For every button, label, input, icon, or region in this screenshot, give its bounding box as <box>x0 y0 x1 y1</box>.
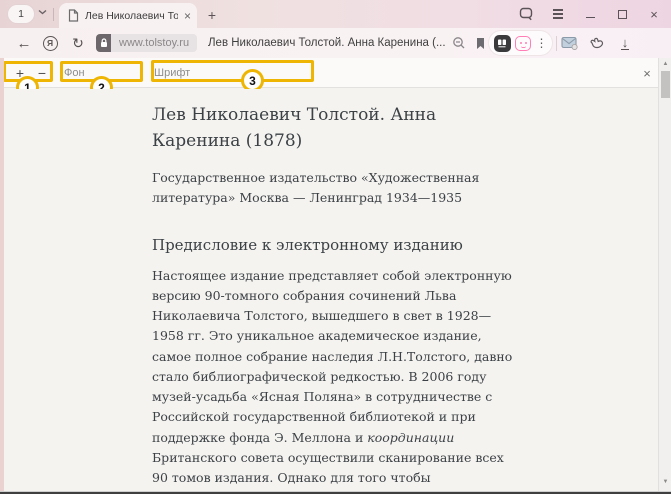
yandex-button[interactable]: Я <box>41 28 59 58</box>
annotation-box-3 <box>151 60 314 82</box>
bookmark-icon <box>475 37 486 50</box>
page-icon <box>68 9 79 22</box>
reader-content: Лев Николаевич Толстой. Анна Каренина (1… <box>0 89 658 491</box>
reload-button[interactable]: ↻ <box>68 28 88 58</box>
bookmark-button[interactable] <box>471 28 489 58</box>
article-title: Лев Николаевич Толстой. Анна Каренина (1… <box>152 102 520 155</box>
extensions-pill: ⋮ <box>489 31 552 55</box>
maximize-icon <box>618 10 627 19</box>
tab-bar: 1 Лев Николаевич Толстой. Анна Каренина … <box>0 0 671 28</box>
address-bar: ← Я ↻ www.tolstoy.ru Лев Николаевич Толс… <box>0 28 671 58</box>
magnifier-minus-icon <box>452 36 466 50</box>
more-menu-button[interactable]: ⋮ <box>536 36 548 50</box>
downloads-button[interactable]: ↓ <box>614 28 636 58</box>
scroll-down-button[interactable]: ▼ <box>659 476 671 488</box>
paragraph-text: Настоящее издание представляет собой эле… <box>152 268 512 445</box>
scroll-up-button[interactable]: ▲ <box>659 58 671 70</box>
maximize-button[interactable] <box>614 6 630 22</box>
new-tab-button[interactable]: + <box>203 6 221 24</box>
paragraph-text: Британского совета осуществили сканирова… <box>152 450 512 491</box>
tab-counter-label: 1 <box>18 8 24 20</box>
window-controls: × <box>518 0 671 28</box>
mail-button[interactable] <box>558 28 580 58</box>
reader-mode-icon <box>497 38 507 48</box>
preface-heading: Предисловие к электронному изданию <box>152 236 520 254</box>
chevron-down-icon[interactable] <box>38 9 47 15</box>
hamburger-icon <box>553 9 563 18</box>
alice-button[interactable] <box>515 36 531 51</box>
hand-icon <box>589 36 605 50</box>
browser-window: 1 Лев Николаевич Толстой. Анна Каренина … <box>0 0 671 494</box>
italic-text: координации <box>367 430 454 445</box>
yandex-icon: Я <box>43 36 58 51</box>
window-close-button[interactable]: × <box>646 6 662 22</box>
minimize-icon <box>586 17 595 18</box>
download-icon: ↓ <box>621 36 630 51</box>
minimize-button[interactable] <box>582 6 598 22</box>
collections-button[interactable] <box>586 28 608 58</box>
article-imprint: Государственное издательство «Художестве… <box>152 168 520 208</box>
scrollbar[interactable]: ▲ ▼ <box>658 58 671 491</box>
mail-icon <box>561 36 578 50</box>
addressbar-divider <box>556 36 557 51</box>
reader-close-button[interactable]: × <box>636 58 658 88</box>
url-page-title[interactable]: Лев Николаевич Толстой. Анна Каренина (.… <box>208 28 446 58</box>
tab-counter-button[interactable]: 1 <box>8 5 34 23</box>
back-button[interactable]: ← <box>14 28 34 58</box>
reader-mode-button[interactable] <box>494 35 511 52</box>
tabbar-divider <box>53 8 54 21</box>
lock-badge[interactable] <box>96 34 111 52</box>
url-box[interactable]: www.tolstoy.ru <box>96 34 197 52</box>
chat-button[interactable] <box>518 6 534 22</box>
tab-title: Лев Николаевич Толстой. Анна Каренина <box>85 10 178 22</box>
tab-active[interactable]: Лев Николаевич Толстой. Анна Каренина × <box>59 3 197 28</box>
menu-button[interactable] <box>550 6 566 22</box>
lock-icon <box>100 38 108 48</box>
url-domain[interactable]: www.tolstoy.ru <box>111 34 197 52</box>
chat-icon <box>519 7 533 21</box>
page-zoom-button[interactable] <box>450 28 468 58</box>
tab-close-button[interactable]: × <box>184 10 191 22</box>
window-edge-left <box>0 58 4 491</box>
article: Лев Николаевич Толстой. Анна Каренина (1… <box>152 102 520 491</box>
scrollbar-thumb[interactable] <box>661 71 670 98</box>
preface-paragraph: Настоящее издание представляет собой эле… <box>152 266 520 491</box>
